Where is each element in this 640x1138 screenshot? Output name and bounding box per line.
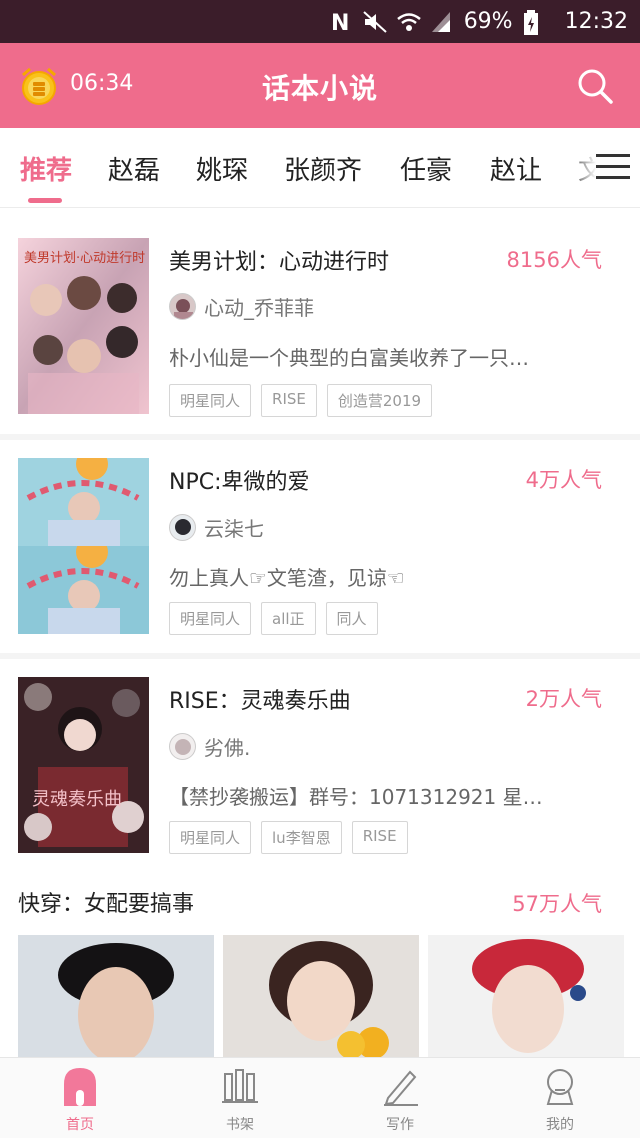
story-tags: 明星同人 lu李智恩 RISE [169,821,408,854]
menu-icon[interactable] [596,154,630,182]
tag[interactable]: RISE [261,384,317,417]
search-icon[interactable] [576,67,614,105]
story-title[interactable]: NPC:卑微的爱 [169,464,310,496]
story-cover[interactable]: 美男计划·心动进行时 [18,238,149,414]
nav-profile[interactable]: 我的 [480,1058,640,1138]
featured-image[interactable] [223,935,419,1057]
author-avatar[interactable] [169,514,196,541]
tab-zhang-yanqi[interactable]: 张颜齐 [284,150,362,187]
status-bar: N 69% 12:32 [0,0,640,43]
story-card[interactable]: 美男计划·心动进行时 美男计划：心动进行时 8156人气 心动_乔菲菲 朴小仙是… [0,208,640,434]
story-description: 勿上真人☞文笔渣，见谅☜ [169,566,405,590]
profile-icon [540,1066,580,1106]
app-title: 话本小说 [261,72,378,105]
home-icon [60,1066,100,1106]
tab-ren-hao[interactable]: 任豪 [400,150,452,187]
tag[interactable]: 明星同人 [169,602,252,635]
author-row: 云柒七 [169,513,264,542]
bottom-nav: 首页 书架 写作 我的 [0,1057,640,1138]
wifi-icon [396,10,421,34]
featured-images [18,935,624,1057]
tag[interactable]: all正 [261,602,316,635]
pencil-icon [380,1066,420,1106]
story-tags: 明星同人 all正 同人 [169,602,378,635]
story-tags: 明星同人 RISE 创造营2019 [169,384,433,417]
story-description: 朴小仙是一个典型的白富美收养了一只… [169,346,529,370]
tab-indicator [28,198,62,203]
featured-story[interactable]: 快穿：女配要搞事 57万人气 [0,862,640,1057]
story-list: 美男计划·心动进行时 美男计划：心动进行时 8156人气 心动_乔菲菲 朴小仙是… [0,208,640,878]
tab-zhao-rang[interactable]: 赵让 [490,150,542,187]
tag[interactable]: 明星同人 [169,384,252,417]
author-row: 劣佛. [169,732,250,761]
featured-title[interactable]: 快穿：女配要搞事 [18,886,194,918]
battery-percent: 69% [463,9,513,34]
story-title[interactable]: 美男计划：心动进行时 [169,244,389,276]
featured-image[interactable] [428,935,624,1057]
tag[interactable]: 同人 [325,602,378,635]
story-popularity: 4万人气 [525,468,602,492]
nav-home[interactable]: 首页 [0,1058,160,1138]
story-title[interactable]: RISE：灵魂奏乐曲 [169,683,351,715]
author-name[interactable]: 心动_乔菲菲 [204,292,314,321]
bookshelf-icon [220,1066,260,1106]
nav-bookshelf[interactable]: 书架 [160,1058,320,1138]
battery-icon [523,9,547,35]
nav-profile-label: 我的 [546,1117,574,1133]
featured-popularity: 57万人气 [512,892,602,916]
story-popularity: 8156人气 [506,248,602,272]
author-name[interactable]: 劣佛. [204,732,250,761]
nav-write-label: 写作 [386,1117,414,1133]
story-cover[interactable] [18,458,149,634]
signal-icon [430,10,454,34]
nav-home-label: 首页 [66,1117,94,1133]
story-popularity: 2万人气 [525,687,602,711]
cover-title-text: 美男计划·心动进行时 [24,251,145,266]
nfc-icon: N [328,10,352,36]
mute-icon [362,10,387,34]
category-tabs: 推荐 赵磊 姚琛 张颜齐 任豪 赵让 文 [0,128,640,208]
tag[interactable]: lu李智恩 [261,821,342,854]
author-avatar[interactable] [169,293,196,320]
nav-bookshelf-label: 书架 [226,1117,254,1133]
author-name[interactable]: 云柒七 [204,513,264,542]
tab-fade [566,138,596,198]
tab-recommend[interactable]: 推荐 [20,150,72,187]
story-card[interactable]: NPC:卑微的爱 4万人气 云柒七 勿上真人☞文笔渣，见谅☜ 明星同人 all正… [0,440,640,653]
tab-zhao-lei[interactable]: 赵磊 [108,150,160,187]
story-cover[interactable]: 灵魂奏乐曲 [18,677,149,853]
nav-write[interactable]: 写作 [320,1058,480,1138]
story-card[interactable]: 灵魂奏乐曲 RISE：灵魂奏乐曲 2万人气 劣佛. 【禁抄袭搬运】群号：1071… [0,659,640,872]
featured-image[interactable] [18,935,214,1057]
clock: 12:32 [564,9,628,34]
tab-yao-chen[interactable]: 姚琛 [196,150,248,187]
tag[interactable]: 创造营2019 [326,384,433,417]
tag[interactable]: RISE [351,821,408,854]
author-avatar[interactable] [169,733,196,760]
cover-title-text: 灵魂奏乐曲 [32,789,122,810]
author-row: 心动_乔菲菲 [169,292,314,321]
story-description: 【禁抄袭搬运】群号：1071312921 星… [169,785,543,809]
tag[interactable]: 明星同人 [169,821,252,854]
app-bar: 06:34 话本小说 [0,43,640,128]
svg-text:N: N [331,11,349,34]
